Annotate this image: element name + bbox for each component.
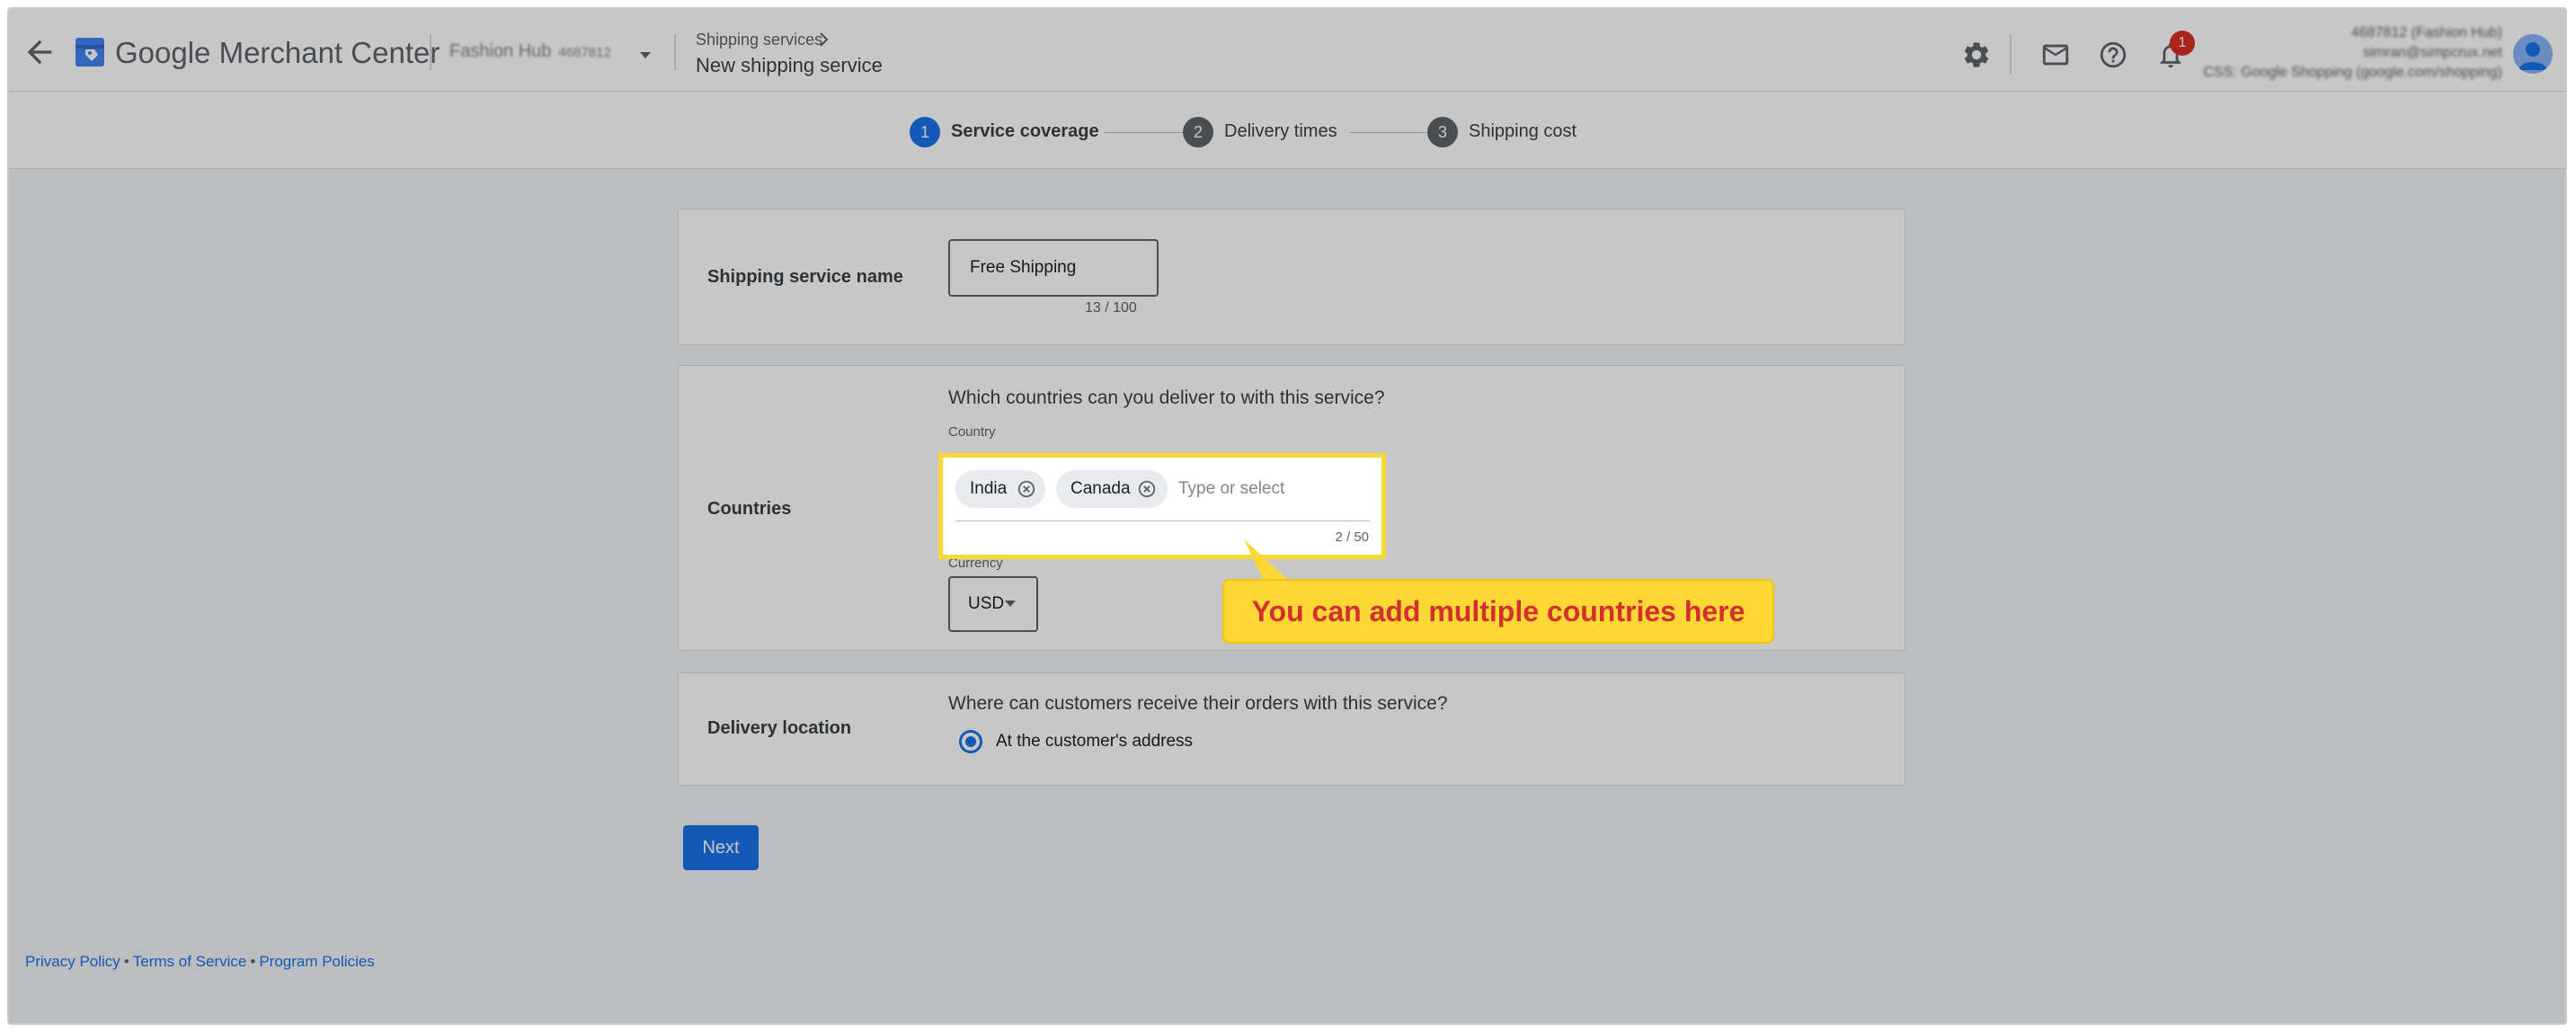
account-dropdown-icon[interactable] — [640, 52, 651, 58]
account-info: 4687812 (Fashion Hub) simran@simpcrux.ne… — [2203, 23, 2502, 83]
next-button[interactable]: Next — [683, 825, 759, 870]
mail-icon[interactable] — [2040, 40, 2071, 70]
avatar[interactable] — [2513, 34, 2553, 74]
account-switcher[interactable]: Fashion Hub 4687812 — [449, 41, 611, 62]
customer-address-label: At the customer's address — [996, 732, 1194, 751]
country-multiselect-highlight[interactable]: India Canada 2 / 50 — [938, 453, 1386, 559]
help-icon[interactable] — [2098, 40, 2128, 70]
delivery-location-card: Delivery location — [678, 672, 1905, 786]
account-name: Fashion Hub — [449, 41, 552, 61]
input-underline — [955, 520, 1371, 521]
service-name-label: Shipping service name — [707, 267, 903, 287]
account-email: simran@simpcrux.net — [2363, 45, 2502, 60]
service-name-char-count: 13 / 100 — [1085, 300, 1137, 316]
currency-select[interactable]: USD — [948, 576, 1038, 632]
header-divider — [430, 34, 431, 70]
delivery-question: Where can customers receive their orders… — [948, 693, 1448, 714]
privacy-policy-link[interactable]: Privacy Policy — [25, 953, 120, 970]
chevron-right-icon — [820, 32, 829, 47]
top-bar: Google Merchant Center Fashion Hub 468781… — [9, 9, 2565, 92]
service-name-card: Shipping service name — [678, 209, 1905, 345]
footer-links: Privacy Policy • Terms of Service • Program … — [25, 953, 375, 971]
merchant-center-logo-icon — [76, 38, 104, 67]
step-connector — [1350, 132, 1429, 133]
program-policies-link[interactable]: Program Policies — [259, 953, 375, 970]
footer-separator: • — [250, 953, 256, 970]
notification-count-badge: 1 — [2170, 31, 2195, 56]
page-title: New shipping service — [696, 54, 883, 76]
remove-chip-icon[interactable] — [1017, 479, 1036, 499]
breadcrumb-shipping-services[interactable]: Shipping services — [696, 31, 822, 49]
customer-address-radio[interactable] — [959, 730, 982, 753]
step-3-label[interactable]: Shipping cost — [1469, 121, 1577, 142]
footer-separator: • — [123, 953, 129, 970]
country-chip-canada[interactable]: Canada — [1056, 470, 1168, 508]
step-1-label[interactable]: Service coverage — [951, 121, 1099, 142]
back-arrow-icon[interactable] — [22, 34, 58, 70]
header-divider — [674, 34, 676, 70]
country-count: 2 / 50 — [1335, 529, 1369, 545]
remove-chip-icon[interactable] — [1137, 479, 1157, 499]
step-connector — [1104, 132, 1185, 133]
delivery-location-label: Delivery location — [707, 718, 852, 738]
step-3-number: 3 — [1427, 117, 1458, 147]
terms-of-service-link[interactable]: Terms of Service — [133, 953, 247, 970]
account-line: 4687812 (Fashion Hub) — [2350, 25, 2502, 40]
progress-stepper: 1 Service coverage 2 Delivery times 3 Sh… — [9, 92, 2565, 169]
country-chip-label: India — [970, 479, 1008, 498]
country-search-input[interactable] — [1178, 476, 1358, 503]
service-name-input[interactable]: Free Shipping — [948, 239, 1159, 297]
account-id: 4687812 — [558, 45, 611, 60]
account-css: CSS: Google Shopping (google.com/shoppin… — [2203, 65, 2502, 80]
country-chip-label: Canada — [1070, 479, 1131, 498]
tutorial-callout: You can add multiple countries here — [1222, 579, 1774, 644]
countries-label: Countries — [707, 499, 792, 519]
countries-question: Which countries can you deliver to with … — [948, 387, 1385, 408]
step-2-label[interactable]: Delivery times — [1224, 121, 1337, 142]
currency-dropdown-icon — [1005, 601, 1016, 607]
country-field-label: Country — [948, 424, 996, 440]
user-avatar-icon — [2518, 42, 2547, 70]
header-divider — [2010, 34, 2012, 74]
step-1-number: 1 — [910, 117, 940, 147]
brand-title: Google Merchant Center — [115, 36, 440, 69]
settings-gear-icon[interactable] — [1961, 40, 1992, 70]
step-2-number: 2 — [1183, 117, 1213, 147]
country-chip-india[interactable]: India — [955, 470, 1045, 508]
app-window: Google Merchant Center Fashion Hub 468781… — [7, 7, 2567, 1025]
